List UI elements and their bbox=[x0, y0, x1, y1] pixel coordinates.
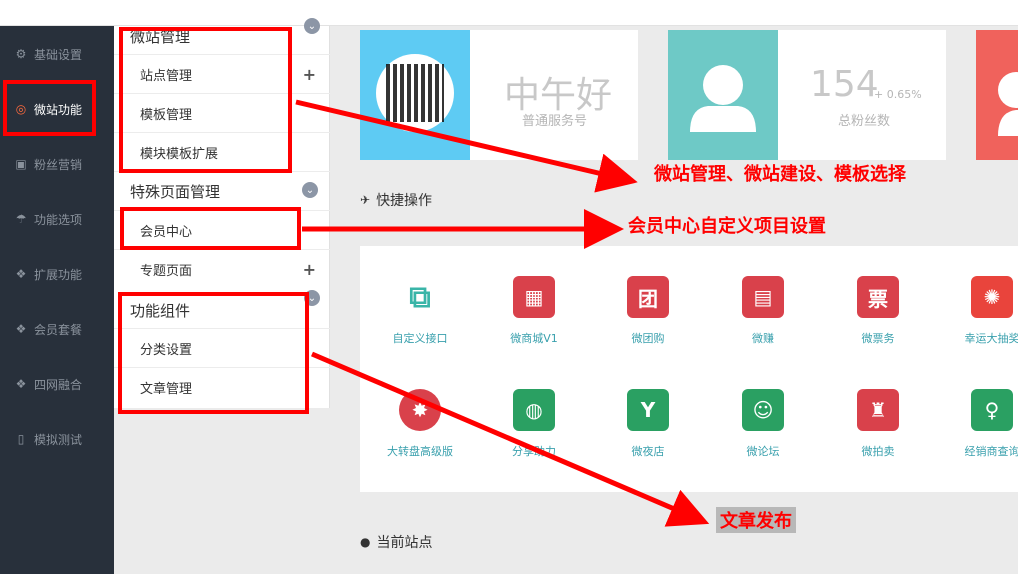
ticket-icon: 票 bbox=[857, 276, 899, 318]
sidebar-item-label: 粉丝营销 bbox=[34, 157, 83, 172]
subnav-item-label: 专题页面 bbox=[140, 263, 193, 279]
tile-label: 微论坛 bbox=[746, 445, 780, 458]
sidebar-item-label: 四网融合 bbox=[34, 377, 83, 392]
fans-label: 总粉丝数 bbox=[838, 114, 891, 129]
tile-label: 幸运大抽奖 bbox=[964, 332, 1018, 345]
sidebar-item-basic-settings[interactable]: ⚙ 基础设置 bbox=[0, 27, 114, 81]
sidebar-item-label: 模拟测试 bbox=[34, 432, 83, 447]
user-panel bbox=[668, 30, 778, 160]
umbrella-icon: ☂ bbox=[15, 212, 27, 226]
sidebar-item-four-network[interactable]: ❖ 四网融合 bbox=[0, 357, 114, 411]
user-icon bbox=[998, 72, 1018, 136]
quick-ops-panel: ⧉ 自定义接口 ▦ 微商城V1 团 微团购 ▤ 微赚 票 微票务 ✺ 幸运大抽奖… bbox=[360, 246, 1018, 492]
sidebar-item-label: 扩展功能 bbox=[34, 267, 83, 282]
tile-label: 微拍卖 bbox=[861, 445, 895, 458]
tile-label: 微票务 bbox=[861, 332, 895, 345]
tile-ticketing[interactable]: 票 微票务 bbox=[818, 276, 938, 376]
subnav-item-topic-pages[interactable]: 专题页面 + bbox=[114, 249, 330, 288]
current-site-title: ● 当前站点 bbox=[360, 532, 432, 552]
cubes-icon: ❖ bbox=[15, 322, 27, 336]
greeting-card: 中午好 普通服务号 bbox=[360, 30, 638, 160]
plane-icon: ✈ bbox=[360, 193, 371, 207]
wheel-icon: ✺ bbox=[971, 276, 1013, 318]
qr-panel bbox=[360, 30, 470, 160]
current-site-title-text: 当前站点 bbox=[376, 535, 433, 551]
user-panel bbox=[976, 30, 1018, 160]
tile-wheel-advanced[interactable]: ✸ 大转盘高级版 bbox=[360, 389, 480, 489]
tile-share-boost[interactable]: ◍ 分享助力 bbox=[474, 389, 594, 489]
sidebar-item-simulation-test[interactable]: ▯ 模拟测试 bbox=[0, 412, 114, 466]
quick-ops-title-text: 快捷操作 bbox=[376, 193, 433, 209]
sidebar-item-member-package[interactable]: ❖ 会员套餐 bbox=[0, 302, 114, 356]
tile-label: 微夜店 bbox=[631, 445, 665, 458]
tile-label: 经销商查询 bbox=[964, 445, 1018, 458]
tile-custom-interface[interactable]: ⧉ 自定义接口 bbox=[360, 276, 480, 376]
annotation-box-sidebar bbox=[3, 80, 96, 136]
fans-count: 154 bbox=[810, 64, 879, 105]
sidebar-item-fan-marketing[interactable]: ▣ 粉丝营销 bbox=[0, 137, 114, 191]
tile-label: 微赚 bbox=[752, 332, 774, 345]
tile-label: 大转盘高级版 bbox=[387, 445, 453, 458]
forum-icon: ☺ bbox=[742, 389, 784, 431]
gear-icon: ⚙ bbox=[15, 47, 27, 61]
tile-label: 微团购 bbox=[631, 332, 665, 345]
plus-icon[interactable]: + bbox=[303, 65, 316, 84]
tile-label: 微商城V1 bbox=[510, 332, 558, 345]
quick-ops-title: ✈ 快捷操作 bbox=[360, 190, 432, 210]
sidebar-item-function-options[interactable]: ☂ 功能选项 bbox=[0, 192, 114, 246]
annotation-text-article: 文章发布 bbox=[716, 507, 796, 533]
clipboard-icon: ▤ bbox=[742, 276, 784, 318]
cubes-icon: ❖ bbox=[15, 377, 27, 391]
top-bar bbox=[0, 0, 1018, 26]
tile-label: 分享助力 bbox=[512, 445, 556, 458]
group-buy-icon: 团 bbox=[627, 276, 669, 318]
annotation-text-microsite: 微站管理、微站建设、模板选择 bbox=[654, 164, 906, 185]
tile-group-buy[interactable]: 团 微团购 bbox=[588, 276, 708, 376]
plus-icon[interactable]: + bbox=[303, 260, 316, 279]
user-icon bbox=[690, 65, 756, 132]
tile-label: 自定义接口 bbox=[392, 332, 448, 345]
cubes-icon: ❖ bbox=[15, 267, 27, 281]
tile-micro-mall[interactable]: ▦ 微商城V1 bbox=[474, 276, 594, 376]
chat-bubble-icon: ◍ bbox=[513, 389, 555, 431]
cocktail-icon: Y bbox=[627, 389, 669, 431]
sidebar-item-label: 会员套餐 bbox=[34, 322, 83, 337]
tile-dealer-search[interactable]: ♀ 经销商查询 bbox=[932, 389, 1018, 489]
tile-night-club[interactable]: Y 微夜店 bbox=[588, 389, 708, 489]
account-type: 普通服务号 bbox=[522, 114, 588, 129]
tile-micro-earn[interactable]: ▤ 微赚 bbox=[703, 276, 823, 376]
gift-icon: ▣ bbox=[15, 157, 27, 171]
sidebar-item-label: 功能选项 bbox=[34, 212, 83, 227]
location-pin-icon: ♀ bbox=[971, 389, 1013, 431]
wheel-icon: ✸ bbox=[399, 389, 441, 431]
building-icon: ▦ bbox=[513, 276, 555, 318]
mobile-icon: ▯ bbox=[17, 432, 25, 446]
sidebar-item-label: 基础设置 bbox=[34, 47, 83, 62]
tile-forum[interactable]: ☺ 微论坛 bbox=[703, 389, 823, 489]
comments-icon: ● bbox=[360, 535, 371, 549]
chevron-down-icon[interactable]: ⌄ bbox=[304, 18, 320, 34]
chevron-down-icon[interactable]: ⌄ bbox=[302, 182, 318, 198]
sitemap-icon: ⧉ bbox=[399, 276, 441, 318]
group-title-special-pages: 特殊页面管理 ⌄ bbox=[114, 171, 330, 210]
annotation-text-member-center: 会员中心自定义项目设置 bbox=[628, 216, 826, 237]
annotation-box-microsite bbox=[119, 27, 292, 173]
sidebar-item-extensions[interactable]: ❖ 扩展功能 bbox=[0, 247, 114, 301]
tile-auction[interactable]: ♜ 微拍卖 bbox=[818, 389, 938, 489]
gavel-icon: ♜ bbox=[857, 389, 899, 431]
annotation-box-components bbox=[118, 292, 309, 414]
annotation-box-member-center bbox=[120, 207, 301, 250]
group-title-label: 特殊页面管理 bbox=[130, 182, 221, 201]
third-card bbox=[976, 30, 1018, 160]
fans-change: + 0.65% bbox=[874, 88, 922, 101]
qr-code-image bbox=[376, 54, 454, 132]
tile-lucky-draw[interactable]: ✺ 幸运大抽奖 bbox=[932, 276, 1018, 376]
fans-card: 154 + 0.65% 总粉丝数 bbox=[668, 30, 946, 160]
